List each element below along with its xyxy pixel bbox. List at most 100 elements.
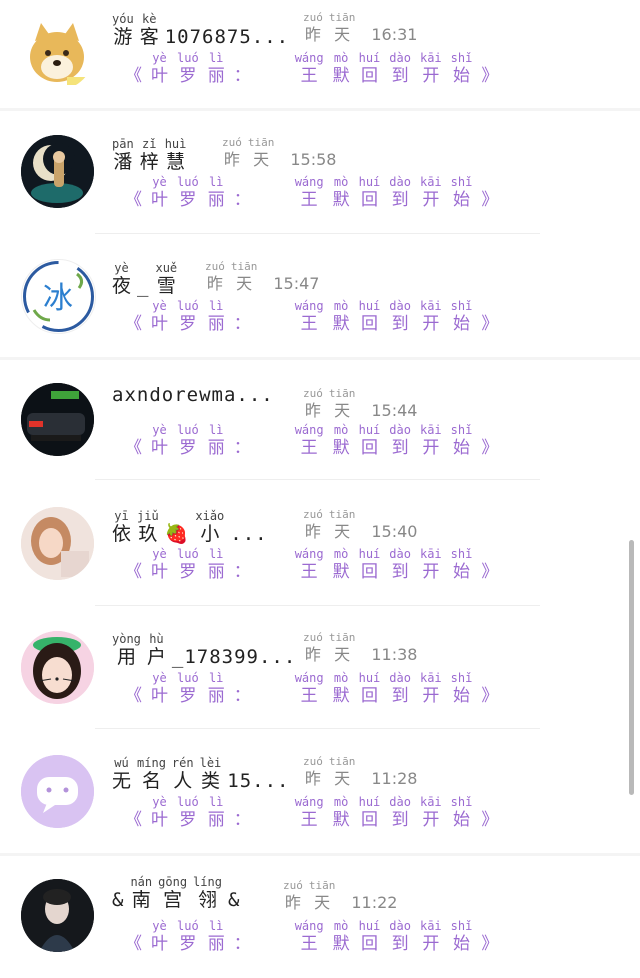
preview-char: huí 回 — [359, 548, 381, 583]
pinyin: dào — [389, 671, 411, 685]
hanzi: 默 — [332, 562, 350, 582]
message-preview: 《 yè 叶 luó 罗 lì 丽： wáng 王 mò 默 huí 回 dào 到 kāi 开 shǐ 始》 — [125, 52, 498, 87]
pinyin: hù — [149, 632, 164, 646]
preview-char: luó 罗 — [177, 424, 199, 459]
hanzi: 始 — [453, 810, 470, 830]
preview-char: lì 丽 — [208, 52, 225, 87]
pinyin: yè — [152, 51, 167, 65]
preview-char: kāi 开 — [420, 548, 442, 583]
preview-char: luó 罗 — [177, 300, 199, 335]
message-preview: 《 yè 叶 luó 罗 lì 丽： wáng 王 mò 默 huí 回 dào 到 kāi 开 shǐ 始》 — [125, 796, 498, 831]
pinyin: yè — [152, 299, 167, 313]
timestamp: zuó 昨 tiān 天 15:47 — [205, 260, 319, 295]
timestamp-day: zuó 昨 — [283, 879, 303, 914]
open-bracket: 《 — [125, 934, 142, 954]
timestamp: zuó 昨 tiān 天 15:40 — [303, 508, 417, 543]
pinyin: shǐ — [450, 299, 473, 313]
timestamp-time: 15:40 — [371, 522, 418, 541]
pinyin: huí — [358, 175, 381, 189]
timestamp: zuó 昨 tiān 天 11:38 — [303, 631, 417, 666]
hanzi: 始 — [453, 190, 470, 210]
preview-char: shǐ 始 — [451, 424, 473, 459]
preview-char: ： — [234, 672, 251, 707]
hanzi: 默 — [332, 66, 350, 86]
hanzi: 默 — [332, 190, 350, 210]
chat-list-item[interactable] — [0, 854, 640, 978]
close-bracket: 》 — [481, 438, 499, 458]
pinyin: shǐ — [450, 423, 473, 437]
pinyin: zuó — [303, 508, 323, 521]
pinyin: mò — [333, 671, 349, 685]
chat-bubble-avatar[interactable] — [21, 755, 94, 828]
name-char: rén 人 — [172, 757, 194, 793]
preview-char: ： — [234, 796, 251, 831]
hanzi: 王 — [300, 190, 318, 210]
car-avatar[interactable] — [21, 383, 94, 456]
pinyin: tiān — [328, 755, 356, 768]
pinyin: huí — [358, 919, 381, 933]
preview-char: huí 回 — [359, 52, 381, 87]
name-text: & — [227, 889, 241, 911]
hanzi: ： — [233, 562, 251, 582]
moon-avatar[interactable] — [21, 135, 94, 208]
hanzi: 夜 — [112, 275, 132, 297]
preview-char: wáng 王 — [295, 548, 324, 583]
hanzi: ： — [233, 314, 251, 334]
pinyin: dào — [389, 299, 411, 313]
preview-char: wáng 王 — [295, 796, 324, 831]
preview-char: wáng 王 — [295, 52, 324, 87]
pinyin: lì — [208, 795, 224, 809]
pinyin: dào — [389, 795, 411, 809]
hanzi: 默 — [332, 314, 350, 334]
scrollbar[interactable] — [629, 540, 634, 795]
hanzi: 南 — [131, 889, 151, 911]
name-char: xuě 雪 — [155, 262, 177, 298]
preview-char: yè 叶 — [151, 300, 168, 335]
preview-char: ： — [234, 920, 251, 955]
ice-avatar[interactable]: 冰 — [21, 259, 96, 334]
hanzi: 到 — [391, 190, 409, 210]
pinyin: zuó — [303, 631, 323, 644]
hanzi: 开 — [422, 66, 440, 86]
doge-avatar[interactable] — [21, 17, 94, 90]
hanzi: 到 — [391, 66, 409, 86]
chat-list-item[interactable] — [0, 482, 640, 606]
preview-char: luó 罗 — [177, 176, 199, 211]
preview-char: dào 到 — [389, 176, 411, 211]
preview-char: dào 到 — [389, 300, 411, 335]
name-text: axndorewma... — [112, 384, 274, 406]
chat-list-item[interactable] — [0, 234, 640, 358]
hanzi: 叶 — [151, 438, 168, 458]
pinyin: wáng — [294, 299, 324, 313]
pinyin: zuó — [283, 879, 303, 892]
name-char: zǐ 梓 — [140, 138, 159, 174]
timestamp-time: 11:22 — [351, 893, 398, 912]
preview-char: mò 默 — [333, 424, 350, 459]
name-char: yòng 用 — [112, 633, 141, 669]
pinyin: wáng — [294, 547, 324, 561]
preview-char: lì 丽 — [208, 176, 225, 211]
chat-list-item[interactable] — [0, 730, 640, 854]
cat-filter-avatar[interactable] — [21, 631, 94, 704]
message-preview: 《 yè 叶 luó 罗 lì 丽： wáng 王 mò 默 huí 回 dào 到 kāi 开 shǐ 始》 — [125, 176, 498, 211]
preview-char: wáng 王 — [295, 672, 324, 707]
hanzi: 回 — [360, 438, 378, 458]
open-bracket: 《 — [125, 314, 142, 334]
hanzi: 宫 — [163, 889, 183, 911]
pinyin: tiān — [247, 136, 275, 149]
preview-char: wáng 王 — [295, 300, 324, 335]
pinyin: zuó — [303, 387, 323, 400]
hanzi: 回 — [360, 190, 378, 210]
chat-list-item[interactable] — [0, 110, 640, 234]
portrait-avatar[interactable] — [21, 879, 94, 952]
preview-char: dào 到 — [389, 672, 411, 707]
timestamp-day: zuó 昨 — [303, 11, 323, 46]
timestamp-time: 15:47 — [273, 274, 320, 293]
preview-char: mò 默 — [333, 796, 350, 831]
hanzi: 回 — [360, 562, 378, 582]
name-text: 1076875... — [164, 26, 290, 48]
pinyin: luó — [177, 547, 199, 561]
girl-avatar[interactable] — [21, 507, 94, 580]
chat-list-item[interactable] — [0, 606, 640, 730]
hanzi: 丽 — [207, 562, 225, 582]
